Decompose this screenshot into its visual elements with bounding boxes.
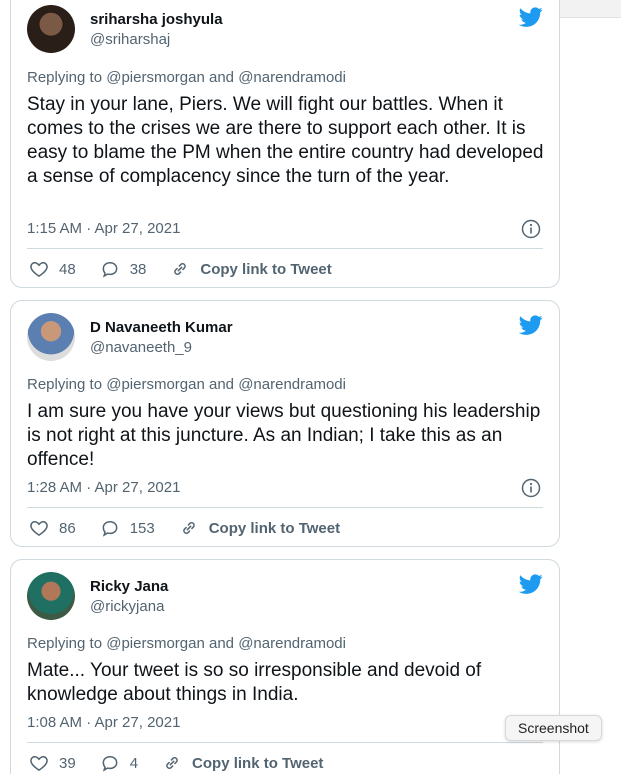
author-name[interactable]: D Navaneeth Kumar — [90, 319, 233, 336]
tweet-text: Stay in your lane, Piers. We will fight … — [27, 94, 544, 187]
reply-button[interactable]: 38 — [100, 259, 147, 279]
heart-icon — [30, 755, 48, 771]
mention-link[interactable]: @piersmorgan — [106, 376, 205, 393]
info-icon[interactable] — [521, 478, 541, 498]
reply-count: 4 — [129, 754, 139, 772]
copy-link-button[interactable]: Copy link to Tweet — [179, 518, 340, 538]
divider — [27, 507, 543, 508]
heart-icon — [30, 261, 48, 277]
link-icon — [166, 757, 178, 769]
tweet-actions: 39 4 Copy link to Tweet — [29, 752, 347, 774]
reply-count: 153 — [129, 519, 155, 537]
like-button[interactable]: 86 — [29, 518, 76, 538]
copy-link-label: Copy link to Tweet — [192, 754, 324, 772]
copy-link-label: Copy link to Tweet — [208, 519, 341, 537]
replying-to: Replying to @piersmorgan and @narendramo… — [27, 376, 346, 393]
screenshot-tooltip: Screenshot — [505, 715, 602, 741]
like-count: 48 — [59, 260, 76, 278]
like-button[interactable]: 48 — [29, 259, 76, 279]
mention-link[interactable]: @piersmorgan — [106, 635, 205, 652]
reply-bubble-icon — [102, 520, 118, 537]
copy-link-button[interactable]: Copy link to Tweet — [170, 259, 332, 279]
tweet-actions: 48 38 Copy link to Tweet — [29, 258, 356, 280]
link-icon — [174, 263, 187, 275]
author-name[interactable]: sriharsha joshyula — [90, 11, 223, 28]
copy-link-label: Copy link to Tweet — [200, 260, 332, 278]
author-handle[interactable]: @navaneeth_9 — [90, 339, 192, 356]
twitter-bird-icon[interactable] — [519, 313, 543, 337]
author-handle[interactable]: @sriharshaj — [90, 31, 170, 48]
replying-to: Replying to @piersmorgan and @narendramo… — [27, 69, 346, 86]
mention-link[interactable]: @narendramodi — [238, 376, 346, 393]
browser-edge — [560, 0, 621, 18]
reply-button[interactable]: 4 — [100, 753, 138, 773]
tweet-text: I am sure you have your views but questi… — [27, 401, 541, 470]
reply-count: 38 — [129, 260, 147, 278]
info-icon[interactable] — [521, 219, 541, 239]
reply-bubble-icon — [102, 261, 118, 278]
twitter-bird-icon[interactable] — [519, 572, 543, 596]
tweet-card[interactable]: Ricky Jana @rickyjana Replying to @piers… — [10, 559, 560, 774]
link-icon — [182, 522, 195, 534]
tweet-card[interactable]: sriharsha joshyula @sriharshaj Replying … — [10, 0, 560, 288]
like-button[interactable]: 39 — [29, 753, 76, 773]
copy-link-button[interactable]: Copy link to Tweet — [162, 753, 323, 773]
avatar[interactable] — [27, 572, 75, 620]
tweet-text: Mate... Your tweet is so so irresponsibl… — [27, 660, 482, 705]
like-count: 39 — [59, 754, 76, 772]
divider — [27, 742, 543, 743]
timestamp[interactable]: 1:28 AM · Apr 27, 2021 — [27, 479, 180, 496]
author-name[interactable]: Ricky Jana — [90, 578, 168, 595]
heart-icon — [30, 520, 48, 536]
divider — [27, 248, 543, 249]
replying-to: Replying to @piersmorgan and @narendramo… — [27, 635, 346, 652]
reply-button[interactable]: 153 — [100, 518, 155, 538]
timestamp[interactable]: 1:08 AM · Apr 27, 2021 — [27, 714, 180, 731]
tweet-actions: 86 153 Copy link to Tweet — [29, 517, 364, 539]
mention-link[interactable]: @narendramodi — [238, 635, 346, 652]
tweet-card[interactable]: D Navaneeth Kumar @navaneeth_9 Replying … — [10, 300, 560, 547]
author-handle[interactable]: @rickyjana — [90, 598, 164, 615]
mention-link[interactable]: @narendramodi — [238, 69, 346, 86]
like-count: 86 — [59, 519, 76, 537]
timestamp[interactable]: 1:15 AM · Apr 27, 2021 — [27, 220, 180, 237]
mention-link[interactable]: @piersmorgan — [106, 69, 205, 86]
reply-bubble-icon — [102, 755, 118, 772]
twitter-bird-icon[interactable] — [519, 5, 543, 29]
avatar[interactable] — [27, 5, 75, 53]
avatar[interactable] — [27, 313, 75, 361]
